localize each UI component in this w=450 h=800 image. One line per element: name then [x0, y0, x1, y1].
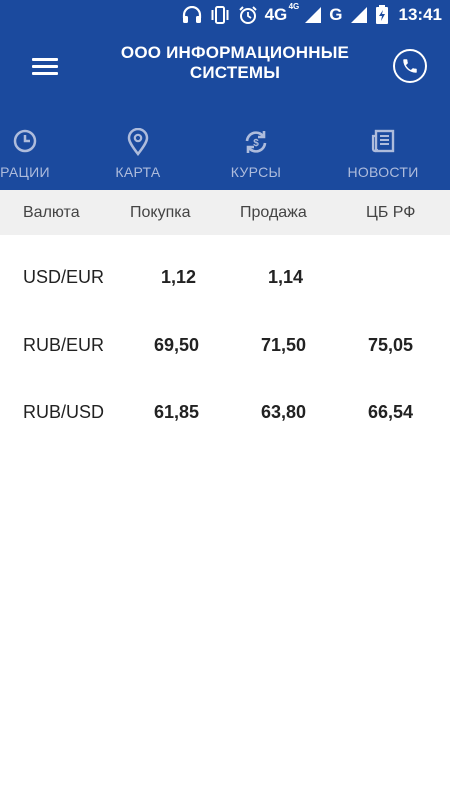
hamburger-icon-line — [32, 72, 58, 75]
column-header-cbr: ЦБ РФ — [366, 204, 416, 221]
vibrate-icon — [211, 6, 229, 24]
table-row: RUB/USD 61,85 63,80 66,54 — [0, 392, 450, 432]
tab-bar: РАЦИИ КАРТА $ КУРСЫ НОВОСТИ — [0, 112, 450, 190]
buy-rate: 61,85 — [154, 402, 200, 422]
hamburger-icon-line — [32, 65, 58, 68]
tab-news[interactable]: НОВОСТИ — [328, 112, 438, 190]
phone-icon — [403, 59, 417, 73]
column-header-currency: Валюта — [23, 204, 80, 221]
tab-label: КУРСЫ — [230, 164, 282, 180]
battery-charging-icon — [375, 5, 388, 24]
network-type-label: 4G 4G — [264, 2, 300, 24]
cbr-rate: 75,05 — [368, 335, 414, 355]
table-row: USD/EUR 1,12 1,14 — [0, 257, 450, 297]
tab-label: РАЦИИ — [0, 164, 50, 180]
buy-rate: 1,12 — [161, 267, 197, 287]
sell-rate: 63,80 — [261, 402, 307, 422]
app-title: ООО ИНФОРМАЦИОННЫЕ СИСТЕМЫ — [120, 43, 350, 82]
sell-rate: 1,14 — [268, 267, 304, 287]
clock-icon — [12, 128, 38, 159]
column-header-sell: Продажа — [240, 204, 307, 221]
signal-icon — [305, 7, 322, 23]
map-pin-icon — [126, 127, 150, 161]
currency-pair: USD/EUR — [23, 267, 105, 287]
rates-table-header: Валюта Покупка Продажа ЦБ РФ — [0, 190, 450, 235]
buy-rate: 69,50 — [154, 335, 200, 355]
headphones-icon — [182, 6, 201, 23]
table-row: RUB/EUR 69,50 71,50 75,05 — [0, 325, 450, 365]
g-network-label: G — [329, 5, 343, 24]
column-header-buy: Покупка — [130, 204, 191, 221]
app-bar: ООО ИНФОРМАЦИОННЫЕ СИСТЕМЫ — [0, 30, 450, 112]
signal-icon-2 — [350, 7, 367, 23]
sell-rate: 71,50 — [261, 335, 307, 355]
status-icons: 4G 4G G 13:41 — [182, 0, 442, 30]
alarm-icon — [238, 6, 257, 24]
tab-rates[interactable]: $ КУРСЫ — [201, 112, 311, 190]
tab-map[interactable]: КАРТА — [83, 112, 193, 190]
clock-time: 13:41 — [398, 5, 442, 24]
currency-pair: RUB/EUR — [23, 335, 105, 355]
status-bar: 4G 4G G 13:41 — [0, 0, 450, 30]
hamburger-icon-line — [32, 58, 58, 61]
cbr-rate: 66,54 — [368, 402, 414, 422]
tab-label: КАРТА — [115, 164, 161, 180]
tab-radios[interactable]: РАЦИИ — [0, 112, 80, 190]
currency-pair: RUB/USD — [23, 402, 105, 422]
currency-exchange-icon: $ — [242, 128, 270, 161]
call-button[interactable] — [393, 49, 427, 83]
tab-label: НОВОСТИ — [347, 164, 419, 180]
newspaper-icon — [370, 128, 396, 159]
svg-text:$: $ — [253, 138, 259, 149]
menu-button[interactable] — [28, 54, 62, 84]
network-sup-label: 4G — [288, 2, 300, 11]
